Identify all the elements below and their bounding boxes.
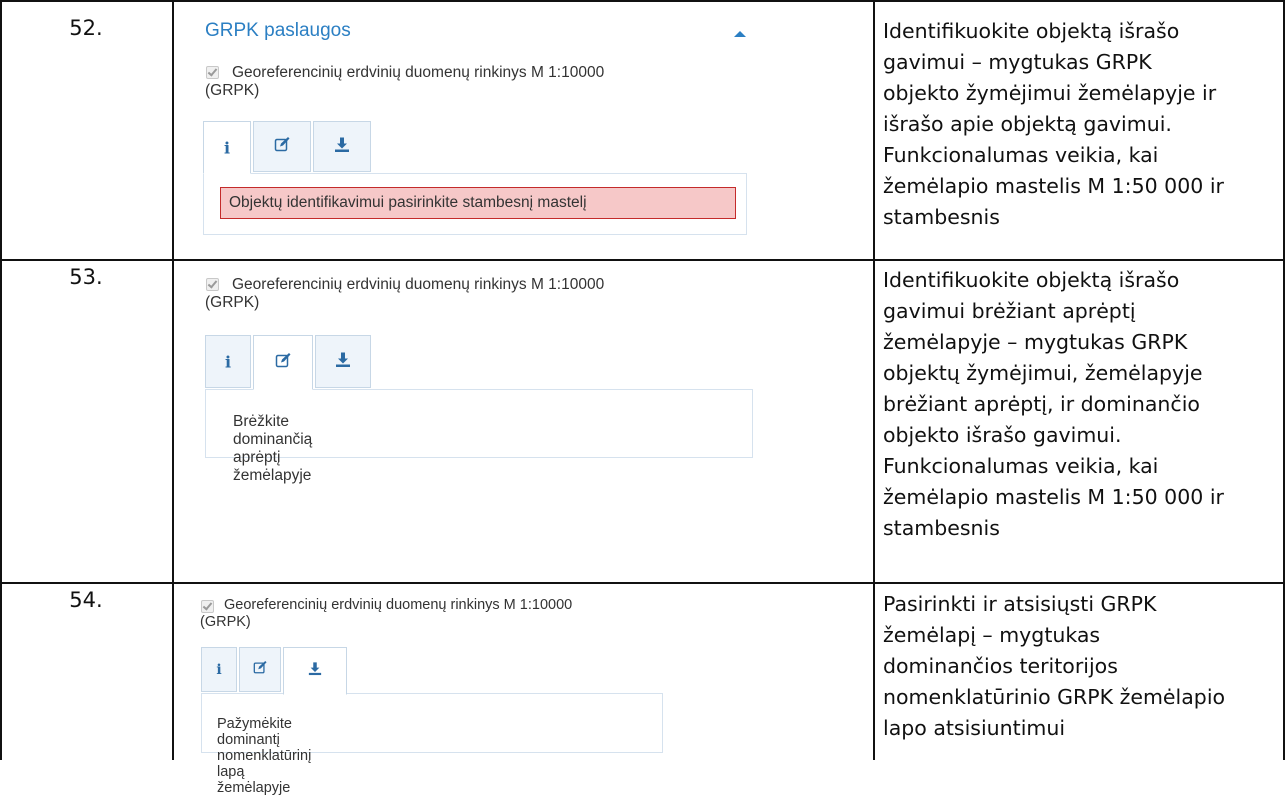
info-icon: i bbox=[223, 138, 231, 157]
layer-name-line2: (GRPK) bbox=[205, 294, 260, 311]
tab-download[interactable] bbox=[313, 121, 371, 172]
edit-icon bbox=[253, 660, 267, 679]
description-line: Pasirinkti ir atsisiųsti GRPK bbox=[883, 592, 1157, 616]
panel-message: Pažymėkite dominantį nomenklatūrinį lapą… bbox=[217, 716, 312, 796]
column-divider bbox=[873, 0, 875, 760]
layer-name: Georeferencinių erdvinių duomenų rinkiny… bbox=[205, 276, 604, 312]
download-icon bbox=[335, 351, 351, 372]
table-border-top bbox=[0, 0, 1285, 2]
description-line: Identifikuokite objektą išrašo bbox=[883, 268, 1180, 292]
tab-edit[interactable] bbox=[239, 647, 281, 692]
description-line: stambesnis bbox=[883, 516, 1000, 540]
layer-name-line1: Georeferencinių erdvinių duomenų rinkiny… bbox=[232, 64, 605, 81]
row-description: Identifikuokite objektą išrašo gavimui b… bbox=[883, 265, 1281, 544]
tab-edit[interactable] bbox=[253, 335, 313, 390]
tab-edit[interactable] bbox=[253, 121, 311, 172]
description-line: žemėlapyje – mygtukas GRPK bbox=[883, 330, 1188, 354]
layer-name-line2: (GRPK) bbox=[200, 614, 251, 630]
description-line: gavimui – mygtukas GRPK bbox=[883, 50, 1152, 74]
edit-icon bbox=[275, 352, 291, 373]
description-line: Identifikuokite objektą išrašo bbox=[883, 19, 1180, 43]
description-line: išrašo apie objektą gavimui. bbox=[883, 112, 1172, 136]
tab-info[interactable]: i bbox=[203, 121, 251, 174]
description-line: lapo atsisiuntimui bbox=[883, 716, 1066, 740]
download-icon bbox=[308, 662, 322, 681]
description-line: objekto išrašo gavimui. bbox=[883, 423, 1122, 447]
description-line: Funkcionalumas veikia, kai bbox=[883, 454, 1159, 478]
description-line: žemėlapio mastelis M 1:50 000 ir bbox=[883, 485, 1224, 509]
row-divider bbox=[0, 259, 1285, 261]
description-line: Funkcionalumas veikia, kai bbox=[883, 143, 1159, 167]
layer-name: Georeferencinių erdvinių duomenų rinkiny… bbox=[205, 64, 604, 100]
column-divider bbox=[172, 0, 174, 760]
description-line: stambesnis bbox=[883, 205, 1000, 229]
layer-name-line1: Georeferencinių erdvinių duomenų rinkiny… bbox=[224, 597, 573, 613]
alert-message: Objektų identifikavimui pasirinkite stam… bbox=[220, 187, 736, 219]
description-line: dominančios teritorijos bbox=[883, 654, 1118, 678]
row-number: 52. bbox=[69, 16, 103, 40]
layer-name-line2: (GRPK) bbox=[205, 82, 260, 99]
row-divider bbox=[0, 582, 1285, 584]
edit-icon bbox=[274, 136, 290, 157]
caret-up-icon[interactable] bbox=[734, 31, 746, 37]
tab-info[interactable]: i bbox=[201, 647, 237, 692]
description-line: gavimui brėžiant aprėptį bbox=[883, 299, 1136, 323]
description-line: žemėlapį – mygtukas bbox=[883, 623, 1101, 647]
layer-name-line1: Georeferencinių erdvinių duomenų rinkiny… bbox=[232, 276, 605, 293]
tab-info[interactable]: i bbox=[205, 335, 251, 388]
description-line: objektų žymėjimui, žemėlapyje bbox=[883, 361, 1203, 385]
download-icon bbox=[334, 136, 350, 157]
description-line: nomenklatūrinio GRPK žemėlapio bbox=[883, 685, 1226, 709]
row-description: Identifikuokite objektą išrašo gavimui –… bbox=[883, 16, 1281, 233]
tab-download[interactable] bbox=[283, 647, 347, 695]
row-number: 53. bbox=[69, 265, 103, 289]
row-number: 54. bbox=[69, 588, 103, 612]
panel-title[interactable]: GRPK paslaugos bbox=[205, 20, 351, 42]
panel-message: Brėžkite dominančią aprėptį žemėlapyje bbox=[233, 413, 313, 484]
description-line: žemėlapio mastelis M 1:50 000 ir bbox=[883, 174, 1224, 198]
description-line: brėžiant aprėptį, ir dominančio bbox=[883, 392, 1200, 416]
table-border-left bbox=[0, 0, 2, 760]
description-line: objekto žymėjimui žemėlapyje ir bbox=[883, 81, 1217, 105]
row-description: Pasirinkti ir atsisiųsti GRPK žemėlapį –… bbox=[883, 589, 1281, 744]
document-table: 52. GRPK paslaugos Georeferencinių erdvi… bbox=[0, 0, 1285, 796]
tab-download[interactable] bbox=[315, 335, 371, 388]
info-icon: i bbox=[224, 352, 232, 371]
info-icon: i bbox=[216, 661, 222, 678]
layer-name: Georeferencinių erdvinių duomenų rinkiny… bbox=[200, 597, 572, 631]
